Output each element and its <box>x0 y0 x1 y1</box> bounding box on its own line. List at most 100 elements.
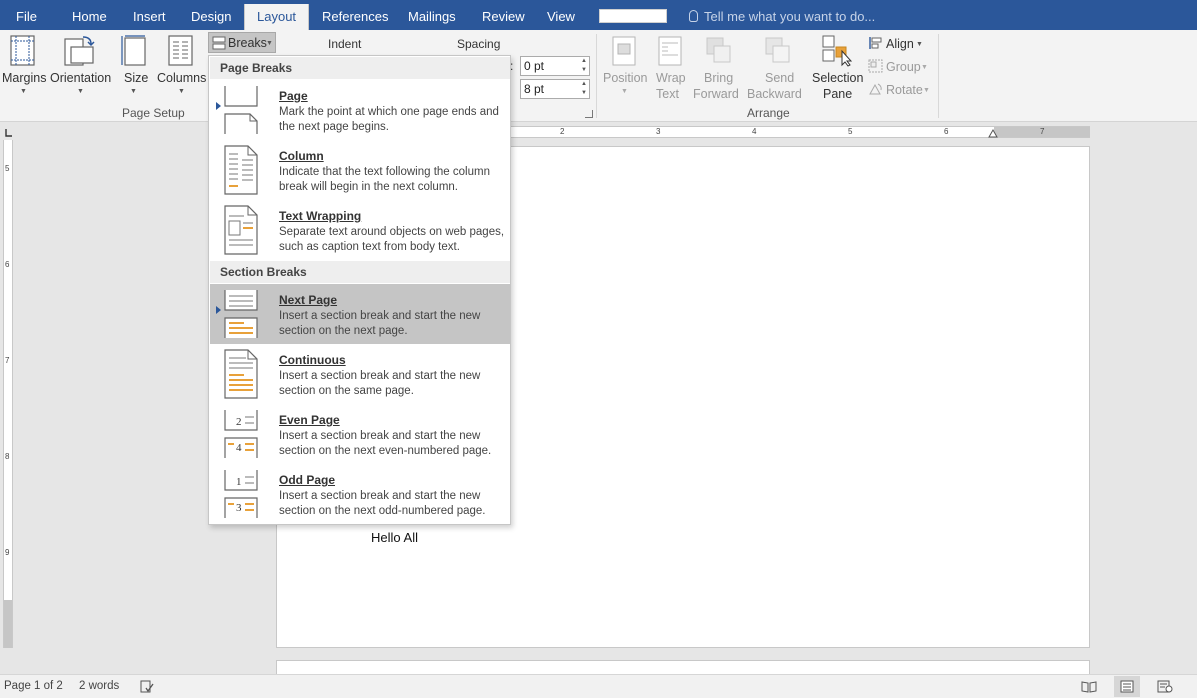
chevron-down-icon: ▼ <box>266 40 273 47</box>
document-text[interactable]: Hello All <box>371 530 418 545</box>
spacing-before-input[interactable]: 0 pt ▲ ▼ <box>520 56 590 76</box>
ruler-margin <box>4 600 12 648</box>
position-icon <box>612 36 636 66</box>
menu-item-odd-page[interactable]: 1 3 Odd Page Insert a section break and … <box>210 464 510 524</box>
tell-me-search[interactable]: Tell me what you want to do... <box>689 0 875 30</box>
odd-page-break-icon: 1 3 <box>224 470 258 518</box>
chevron-down-icon: ▼ <box>621 88 628 95</box>
tell-me-text: Tell me what you want to do... <box>704 9 876 24</box>
ruler-number: 8 <box>5 452 10 461</box>
page-break-icon <box>224 86 258 134</box>
web-layout-icon[interactable] <box>1157 680 1173 693</box>
tab-design[interactable]: Design <box>191 0 231 30</box>
page-count[interactable]: Page 1 of 2 <box>4 680 63 692</box>
menu-item-title: Continuous <box>279 353 346 367</box>
spinner-icon[interactable]: ▲ ▼ <box>581 80 587 98</box>
tab-mailings[interactable]: Mailings <box>408 0 456 30</box>
columns-icon <box>168 35 193 66</box>
menu-item-title: Even Page <box>279 413 340 427</box>
spacing-after-input[interactable]: 8 pt ▲ ▼ <box>520 79 590 99</box>
word-count[interactable]: 2 words <box>79 680 119 692</box>
breaks-button[interactable]: Breaks ▼ <box>208 32 276 53</box>
breaks-dropdown-menu: Page Breaks Page Mark the point at which… <box>208 55 511 525</box>
send-backward-icon <box>765 37 790 63</box>
selection-pane-label-1: Selection <box>812 71 864 85</box>
paragraph-dialog-launcher-icon[interactable] <box>585 110 593 118</box>
menu-item-title: Text Wrapping <box>279 209 362 223</box>
columns-label: Columns <box>157 71 207 85</box>
group-label: Group <box>886 60 921 74</box>
icon-digit: 2 <box>236 416 242 428</box>
margins-icon <box>10 35 35 66</box>
ruler-number: 9 <box>5 548 10 557</box>
icon-digit: 3 <box>236 502 242 514</box>
print-layout-button[interactable] <box>1114 676 1140 697</box>
wrap-text-label-1: Wrap <box>656 71 686 85</box>
menu-item-description: Insert a section break and start the new… <box>279 310 481 337</box>
align-icon <box>869 37 882 49</box>
read-mode-icon[interactable] <box>1081 680 1097 693</box>
tab-review[interactable]: Review <box>482 0 525 30</box>
position-label: Position <box>603 71 648 85</box>
menu-item-page[interactable]: Page Mark the point at which one page en… <box>210 80 510 140</box>
menu-item-title: Page <box>279 89 308 103</box>
menu-item-next-page[interactable]: Next Page Insert a section break and sta… <box>210 284 510 344</box>
orientation-label: Orientation <box>50 71 112 85</box>
spinner-icon[interactable]: ▲ ▼ <box>581 57 587 75</box>
bring-forward-icon <box>706 37 731 63</box>
ruler-number: 2 <box>560 127 565 136</box>
ruler-number: 6 <box>944 127 949 136</box>
ruler-number: 4 <box>752 127 757 136</box>
menu-item-title: Odd Page <box>279 473 336 487</box>
chevron-down-icon: ▼ <box>130 88 137 95</box>
group-separator <box>938 34 939 118</box>
ruler-number: 7 <box>1040 127 1045 136</box>
ruler-number: 6 <box>5 260 10 269</box>
rotate-icon <box>869 83 882 95</box>
menu-item-description: Insert a section break and start the new… <box>279 370 481 397</box>
next-page-break-icon <box>224 290 258 338</box>
tab-view[interactable]: View <box>547 0 575 30</box>
tab-references[interactable]: References <box>322 0 388 30</box>
group-icon <box>868 59 883 73</box>
breaks-label: Breaks <box>228 36 267 50</box>
indent-marker-icon[interactable] <box>988 129 998 138</box>
tab-layout[interactable]: Layout <box>244 4 310 30</box>
menu-item-title: Column <box>279 149 324 163</box>
size-label: Size <box>124 71 149 85</box>
tab-insert[interactable]: Insert <box>133 0 166 30</box>
align-label: Align <box>886 37 914 51</box>
arrange-group-label: Arrange <box>747 106 790 120</box>
selection-pane-icon <box>822 35 852 67</box>
wrap-text-icon <box>658 36 682 66</box>
chevron-down-icon: ▼ <box>921 64 928 71</box>
ribbon: Margins ▼ Orientation ▼ Size ▼ Columns ▼… <box>0 30 1197 122</box>
menu-item-text-wrapping[interactable]: Text Wrapping Separate text around objec… <box>210 200 510 260</box>
menu-item-description: Mark the point at which one page ends an… <box>279 106 499 133</box>
menu-item-column[interactable]: Column Indicate that the text following … <box>210 140 510 200</box>
menu-item-continuous[interactable]: Continuous Insert a section break and st… <box>210 344 510 404</box>
send-backward-label-2: Backward <box>747 87 802 101</box>
proofing-icon[interactable] <box>140 680 154 693</box>
chevron-down-icon: ▼ <box>923 87 930 94</box>
margins-label: Margins <box>2 71 47 85</box>
column-break-icon <box>224 145 258 195</box>
spacing-after-value: 8 pt <box>524 82 545 96</box>
menu-item-title: Next Page <box>279 293 338 307</box>
bring-forward-label-2: Forward <box>693 87 739 101</box>
spacing-label: Spacing <box>457 37 501 51</box>
even-page-break-icon: 2 4 <box>224 410 258 458</box>
ruler-number: 5 <box>848 127 853 136</box>
blank-tab-box <box>599 9 667 23</box>
tab-file[interactable]: File <box>16 0 37 30</box>
menu-item-description: Insert a section break and start the new… <box>279 490 486 517</box>
send-backward-label-1: Send <box>765 71 795 85</box>
section-breaks-header: Section Breaks <box>210 261 510 283</box>
tab-selector-icon[interactable] <box>3 127 13 137</box>
menu-item-even-page[interactable]: 2 4 Even Page Insert a section break and… <box>210 404 510 464</box>
selection-pane-label-2: Pane <box>823 87 853 101</box>
vertical-ruler[interactable]: 5 6 7 8 9 <box>3 140 13 648</box>
ruler-number: 5 <box>5 164 10 173</box>
chevron-down-icon: ▼ <box>77 88 84 95</box>
tab-home[interactable]: Home <box>72 0 107 30</box>
